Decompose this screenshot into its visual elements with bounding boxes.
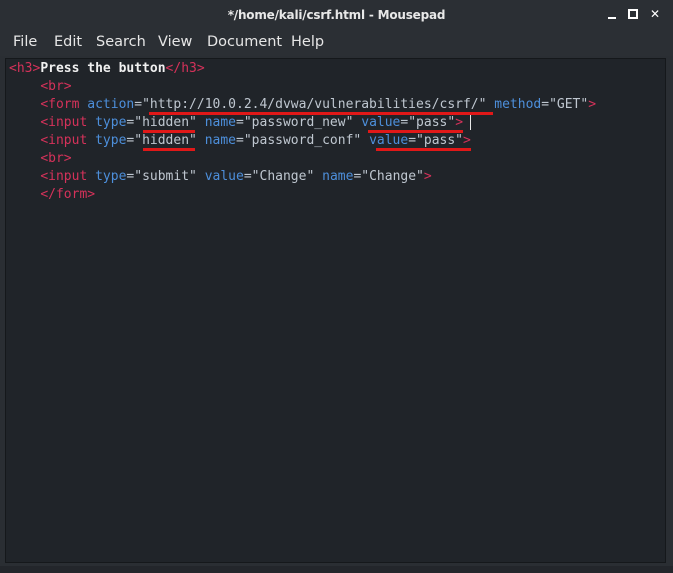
- code-token: "password_new": [243, 115, 354, 130]
- code-line: <h3>Press the button</h3>: [9, 60, 205, 78]
- code-token: Press the button: [40, 61, 166, 76]
- code-line: <br>: [9, 150, 72, 168]
- code-token: name: [204, 115, 237, 130]
- code-token: <form: [40, 97, 88, 112]
- code-token: name: [204, 133, 237, 148]
- menu-help[interactable]: Help: [291, 34, 324, 50]
- code-token: <h3>: [9, 61, 41, 76]
- code-token: "hidden": [134, 133, 197, 148]
- code-token: type: [95, 133, 127, 148]
- code-token: value: [369, 133, 409, 148]
- code-token: value: [361, 115, 401, 130]
- code-line: </form>: [9, 186, 95, 204]
- mousepad-window: */home/kali/csrf.html - Mousepad ✕ File …: [0, 0, 673, 573]
- window-title: */home/kali/csrf.html - Mousepad: [227, 8, 446, 22]
- code-token: >: [463, 133, 471, 148]
- code-token: <br>: [40, 79, 72, 94]
- code-token: "Change": [251, 169, 315, 184]
- code-token: "submit": [134, 169, 197, 184]
- code-token: "GET": [549, 97, 589, 112]
- code-token: "hidden": [134, 115, 197, 130]
- minimize-icon[interactable]: [605, 7, 619, 21]
- code-token: type: [95, 169, 127, 184]
- code-token: >: [588, 97, 597, 112]
- annotation-underline-hidden-2: [143, 148, 195, 151]
- code-token: <input: [40, 169, 96, 184]
- code-token: "pass": [408, 115, 456, 130]
- code-token: type: [95, 115, 127, 130]
- code-token: <br>: [40, 151, 72, 166]
- code-token: value: [204, 169, 244, 184]
- code-token: <input: [40, 115, 96, 130]
- code-token: "password_conf": [243, 133, 362, 148]
- code-token: >: [423, 169, 432, 184]
- annotation-underline-action: [149, 112, 493, 115]
- code-token: "Change": [361, 169, 424, 184]
- code-token: "pass": [416, 133, 464, 148]
- menu-file[interactable]: File: [13, 34, 37, 50]
- code-token: =: [134, 97, 143, 112]
- code-token: =: [236, 133, 244, 148]
- code-token: =: [243, 169, 252, 184]
- annotation-underline-value-1: [368, 130, 463, 133]
- menu-bar: File Edit Search View Document Help: [0, 30, 673, 56]
- menu-search[interactable]: Search: [96, 34, 146, 50]
- annotation-underline-value-2: [376, 148, 471, 151]
- code-token: =: [236, 115, 244, 130]
- code-token: =: [541, 97, 550, 112]
- close-icon[interactable]: ✕: [648, 7, 662, 21]
- annotation-underline-hidden-1: [143, 130, 195, 133]
- menu-view[interactable]: View: [158, 34, 192, 50]
- code-token: >: [455, 115, 464, 130]
- code-token: </h3>: [165, 61, 205, 76]
- code-token: method: [494, 97, 542, 112]
- text-editor-area[interactable]: </form> <input type="submit" value="Chan…: [5, 58, 666, 563]
- menu-document[interactable]: Document: [207, 34, 282, 50]
- code-token: "http://10.0.2.4/dvwa/vulnerabilities/cs…: [142, 97, 487, 112]
- text-cursor: [470, 115, 471, 130]
- code-token: =: [408, 133, 417, 148]
- title-bar[interactable]: */home/kali/csrf.html - Mousepad ✕: [0, 0, 673, 30]
- menu-edit[interactable]: Edit: [54, 34, 82, 50]
- code-token: action: [87, 97, 135, 112]
- code-token: name: [322, 169, 354, 184]
- code-token: </form>: [40, 187, 96, 202]
- code-line: <input type="submit" value="Change" name…: [9, 168, 432, 186]
- code-line: <br>: [9, 78, 72, 96]
- maximize-icon[interactable]: [626, 7, 640, 21]
- code-token: <input: [40, 133, 96, 148]
- window-bottom-edge: [0, 566, 673, 573]
